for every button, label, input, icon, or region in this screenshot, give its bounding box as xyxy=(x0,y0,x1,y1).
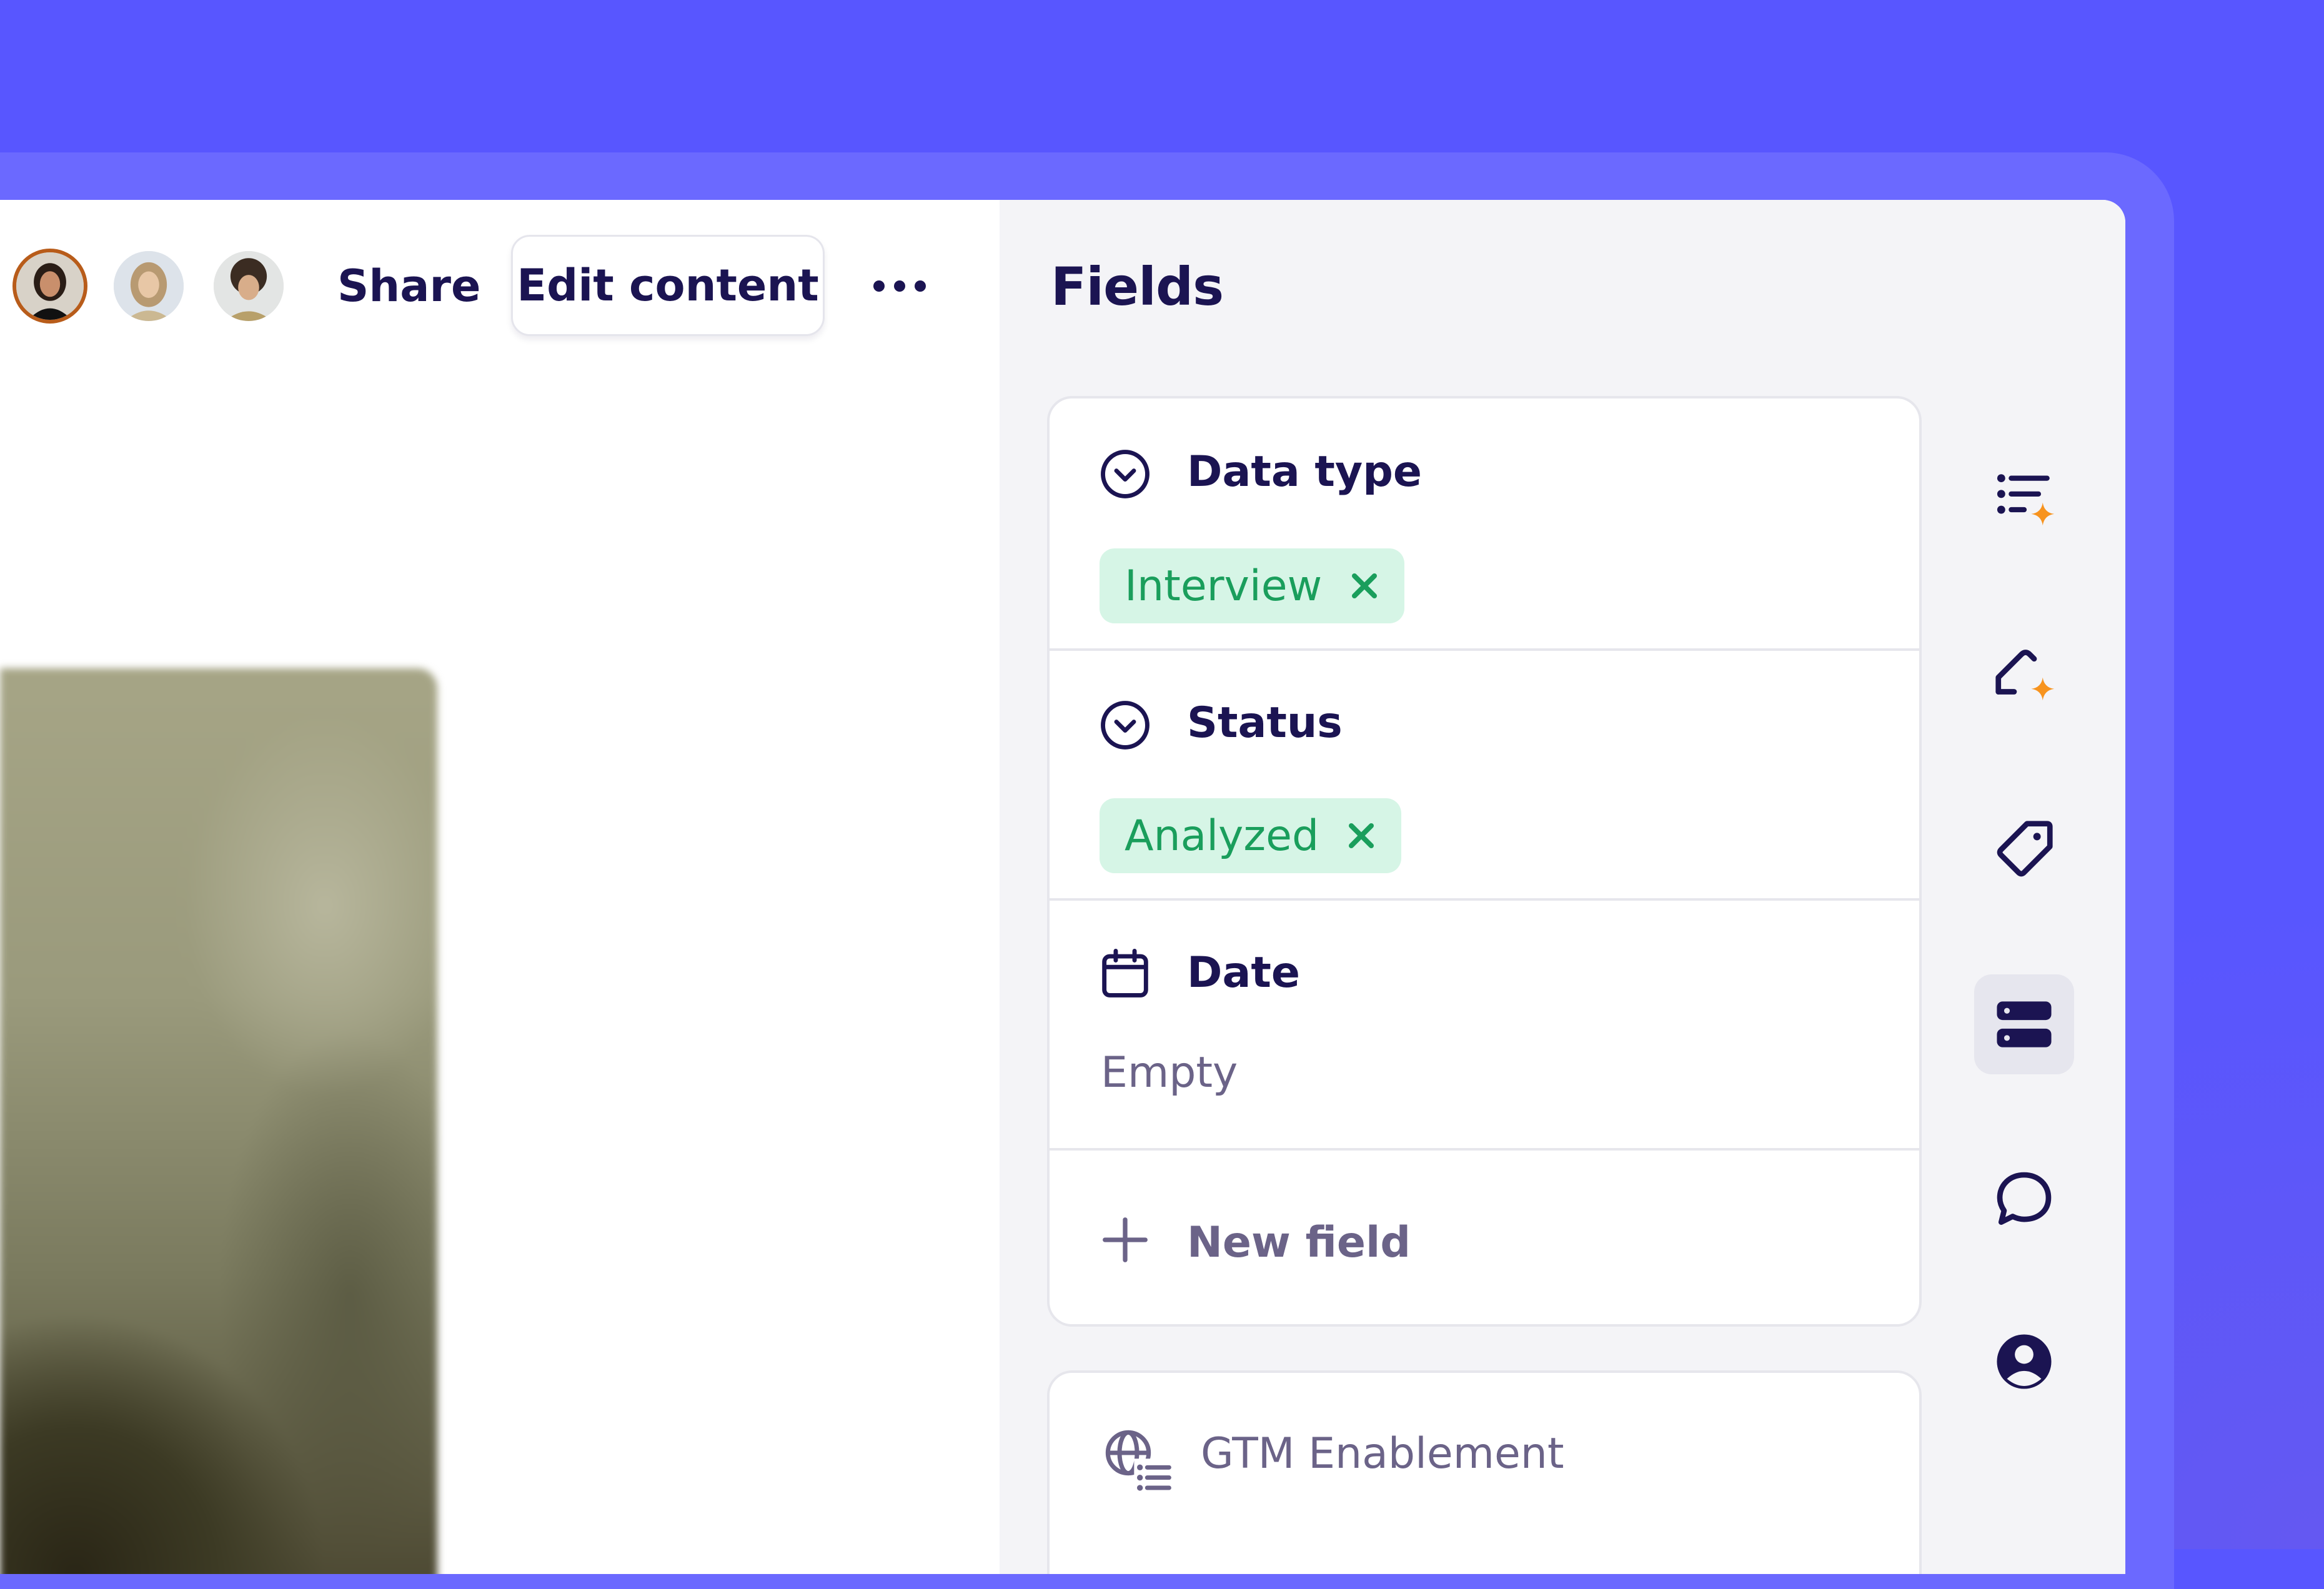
video-thumbnail[interactable] xyxy=(0,668,437,1574)
date-value[interactable]: Empty xyxy=(1101,1048,1238,1097)
tag-icon xyxy=(1997,821,2053,877)
field-label: Date xyxy=(1187,948,1300,997)
new-field-label: New field xyxy=(1187,1218,1411,1267)
rail-profile-button[interactable] xyxy=(1974,1312,2074,1412)
share-button[interactable]: Share xyxy=(337,261,480,311)
user-icon xyxy=(1997,1334,2052,1389)
panel-title: Fields xyxy=(1051,256,1224,317)
chip-analyzed[interactable]: Analyzed xyxy=(1100,798,1402,873)
chevron-circle-icon[interactable] xyxy=(1098,698,1152,752)
field-label: Data type xyxy=(1187,447,1423,497)
field-date: Date Empty xyxy=(1050,898,1919,1148)
group-label: GTM Enablement xyxy=(1201,1429,1564,1478)
rail-comments-button[interactable] xyxy=(1974,1149,2074,1249)
fields-card: Data type Interview Status Analyzed Date… xyxy=(1047,396,1922,1327)
avatar-photo-person-1 xyxy=(16,252,84,320)
avatar-photo-person-2 xyxy=(114,251,184,321)
rail-ai-highlight-button[interactable] xyxy=(1974,625,2074,725)
field-label: Status xyxy=(1187,698,1343,748)
edit-content-label: Edit content xyxy=(517,260,819,311)
edit-content-button[interactable]: Edit content xyxy=(511,235,825,336)
calendar-icon xyxy=(1102,949,1148,997)
globe-list-icon xyxy=(1105,1430,1172,1497)
app-window: Share Edit content Fields Data type Inte… xyxy=(0,200,2125,1574)
rail-ai-list-button[interactable] xyxy=(1974,450,2074,550)
plus-icon xyxy=(1103,1217,1148,1262)
more-options-button[interactable] xyxy=(868,261,931,311)
avatar[interactable] xyxy=(211,249,286,324)
chip-label: Interview xyxy=(1125,561,1323,611)
document-header: Share Edit content xyxy=(0,200,1000,387)
new-field-button[interactable]: New field xyxy=(1050,1148,1919,1325)
chevron-circle-icon[interactable] xyxy=(1098,447,1152,501)
field-data-type: Data type Interview xyxy=(1050,398,1919,648)
avatar[interactable] xyxy=(111,249,186,324)
avatar[interactable] xyxy=(12,249,87,324)
chip-interview[interactable]: Interview xyxy=(1100,548,1405,623)
chip-label: Analyzed xyxy=(1125,811,1319,861)
rail-fields-button[interactable] xyxy=(1974,974,2074,1074)
more-horizontal-icon xyxy=(873,280,926,292)
rail-tag-button[interactable] xyxy=(1974,799,2074,899)
avatar-photo-person-3 xyxy=(214,251,284,321)
fields-icon xyxy=(1997,1001,2052,1047)
fields-panel: Fields Data type Interview Status Analyz… xyxy=(1000,200,2125,1574)
field-status: Status Analyzed xyxy=(1050,648,1919,898)
close-icon[interactable] xyxy=(1349,571,1379,601)
group-card[interactable]: GTM Enablement xyxy=(1047,1370,1922,1574)
ai-highlight-icon xyxy=(1995,650,2055,701)
close-icon[interactable] xyxy=(1346,821,1376,851)
comment-icon xyxy=(1997,1172,2052,1225)
ai-list-icon xyxy=(1997,474,2055,526)
